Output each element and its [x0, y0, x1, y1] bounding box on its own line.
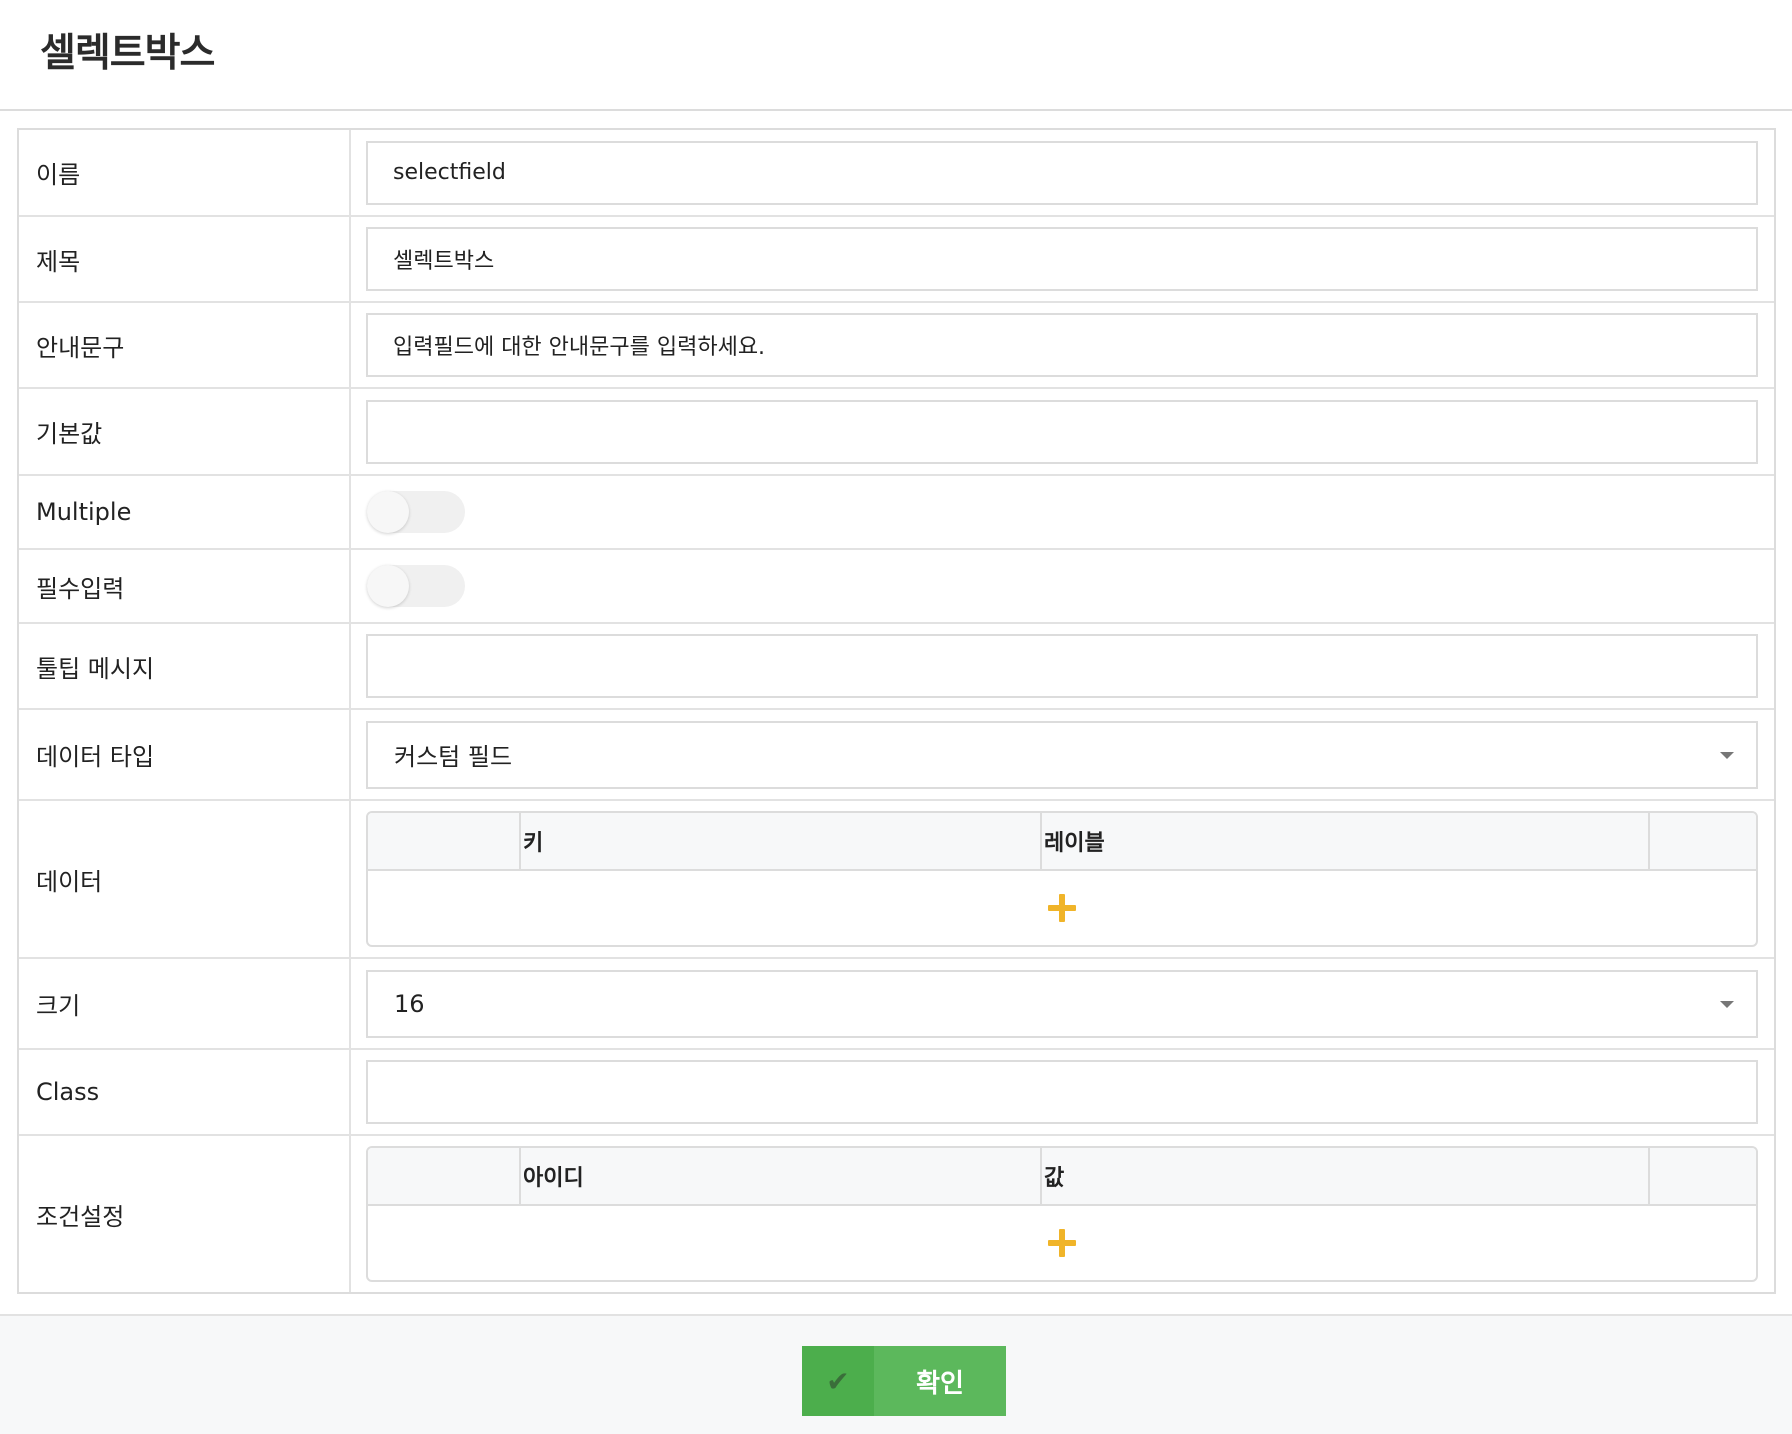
toggle-knob [367, 491, 409, 533]
conditions-table-header: 아이디 값 [368, 1148, 1756, 1206]
data-label: 데이터 [19, 799, 351, 958]
add-data-row-plus-icon[interactable] [1048, 894, 1076, 922]
row-required: 필수입력 [19, 548, 1774, 623]
add-condition-plus-icon[interactable] [1048, 1229, 1076, 1257]
class-label: Class [19, 1048, 351, 1135]
conditions-table: 아이디 값 [366, 1146, 1758, 1282]
toggle-knob [367, 565, 409, 607]
guide-input[interactable] [366, 313, 1758, 377]
check-icon: ✔ [802, 1346, 874, 1416]
footer: ✔ 확인 [0, 1314, 1792, 1434]
row-class: Class [19, 1048, 1774, 1135]
tooltip-label: 툴팁 메시지 [19, 622, 351, 709]
form-panel: 이름 제목 안내문구 기본값 [17, 128, 1776, 1294]
data-table-body [368, 871, 1756, 945]
row-multiple: Multiple [19, 474, 1774, 549]
multiple-toggle[interactable] [367, 491, 465, 533]
required-toggle[interactable] [367, 565, 465, 607]
name-input[interactable] [366, 140, 1758, 205]
confirm-button[interactable]: ✔ 확인 [802, 1346, 1006, 1416]
data-type-label: 데이터 타입 [19, 708, 351, 800]
conditions-id-header: 아이디 [521, 1148, 1042, 1204]
size-selected: 16 [394, 989, 425, 1018]
page-title: 셀렉트박스 [40, 31, 215, 76]
title-input[interactable] [366, 227, 1758, 291]
size-label: 크기 [19, 957, 351, 1049]
chevron-down-icon [1720, 751, 1734, 759]
default-value-input[interactable] [366, 399, 1758, 464]
conditions-value-header: 값 [1042, 1148, 1650, 1204]
row-tooltip: 툴팁 메시지 [19, 622, 1774, 709]
row-name: 이름 [19, 130, 1774, 216]
size-select[interactable]: 16 [366, 969, 1758, 1038]
page: 셀렉트박스 이름 제목 안내문구 기본값 [0, 0, 1792, 1434]
row-size: 크기 16 [19, 957, 1774, 1049]
tooltip-input[interactable] [366, 634, 1758, 698]
chevron-down-icon [1720, 1000, 1734, 1008]
confirm-label: 확인 [916, 1368, 964, 1399]
class-input[interactable] [366, 1060, 1758, 1124]
data-type-select[interactable]: 커스텀 필드 [366, 720, 1758, 789]
row-data-type: 데이터 타입 커스텀 필드 [19, 708, 1774, 800]
conditions-label: 조건설정 [19, 1134, 351, 1292]
data-type-selected: 커스텀 필드 [394, 743, 513, 771]
form-table: 이름 제목 안내문구 기본값 [19, 130, 1774, 1292]
data-key-header: 키 [521, 813, 1042, 869]
data-label-header: 레이블 [1042, 813, 1650, 869]
row-guide: 안내문구 [19, 301, 1774, 388]
row-title: 제목 [19, 215, 1774, 302]
guide-label: 안내문구 [19, 301, 351, 388]
name-label: 이름 [19, 130, 351, 216]
row-conditions: 조건설정 아이디 값 [19, 1134, 1774, 1292]
required-label: 필수입력 [19, 548, 351, 623]
row-data: 데이터 키 레이블 [19, 799, 1774, 958]
default-value-label: 기본값 [19, 387, 351, 475]
data-table-header: 키 레이블 [368, 813, 1756, 871]
multiple-label: Multiple [19, 474, 351, 549]
header: 셀렉트박스 [0, 0, 1792, 111]
row-default-value: 기본값 [19, 387, 1774, 475]
data-table: 키 레이블 [366, 811, 1758, 947]
conditions-table-body [368, 1206, 1756, 1280]
title-label: 제목 [19, 215, 351, 302]
